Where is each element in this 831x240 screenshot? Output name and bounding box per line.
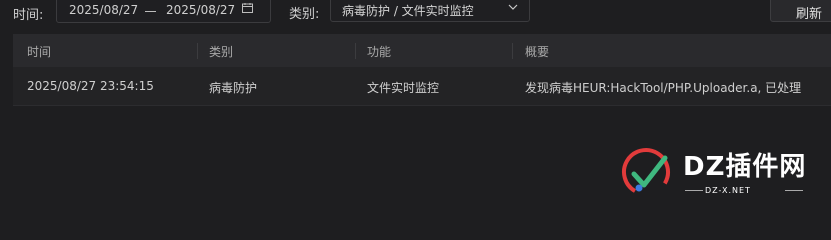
category-select-value: 病毒防护 / 文件实时监控 xyxy=(342,4,474,18)
column-divider xyxy=(197,43,198,59)
dz-logo-icon xyxy=(622,147,670,196)
time-filter-label: 时间: xyxy=(13,8,44,23)
column-divider xyxy=(355,43,356,59)
table-row[interactable]: 2025/08/27 23:54:15 病毒防护 文件实时监控 发现病毒HEUR… xyxy=(13,67,831,106)
date-start-value[interactable]: 2025/08/27 xyxy=(69,3,138,17)
chevron-down-icon xyxy=(508,4,518,10)
cell-function: 文件实时监控 xyxy=(367,81,440,95)
date-end-value[interactable]: 2025/08/27 xyxy=(166,3,235,17)
date-range-picker[interactable]: 2025/08/27 2025/08/27 xyxy=(56,0,271,23)
column-header-time[interactable]: 时间 xyxy=(27,43,51,60)
watermark-title: DZ插件网 xyxy=(683,152,807,182)
antivirus-log-page: 时间: 2025/08/27 2025/08/27 类别: 病毒防护 / 文件实… xyxy=(0,0,831,212)
cell-summary: 发现病毒HEUR:HackTool/PHP.Uploader.a, 已处理 xyxy=(525,81,802,95)
site-watermark: DZ插件网 DZ-X.NET xyxy=(617,142,823,204)
watermark-line-right xyxy=(785,190,803,191)
refresh-button[interactable]: 刷新 xyxy=(770,0,831,22)
category-select[interactable]: 病毒防护 / 文件实时监控 xyxy=(330,0,530,22)
column-divider xyxy=(512,43,513,59)
column-header-summary[interactable]: 概要 xyxy=(525,43,549,60)
range-separator xyxy=(145,11,156,12)
watermark-subtitle: DZ-X.NET xyxy=(705,186,751,195)
calendar-icon[interactable] xyxy=(242,3,253,13)
table-header: 时间 类别 功能 概要 xyxy=(13,34,831,67)
category-filter-label: 类别: xyxy=(289,7,320,22)
cell-category: 病毒防护 xyxy=(209,81,258,95)
column-header-function[interactable]: 功能 xyxy=(367,43,391,60)
watermark-line-left xyxy=(685,190,703,191)
column-header-category[interactable]: 类别 xyxy=(209,43,233,60)
cell-time: 2025/08/27 23:54:15 xyxy=(27,79,154,93)
